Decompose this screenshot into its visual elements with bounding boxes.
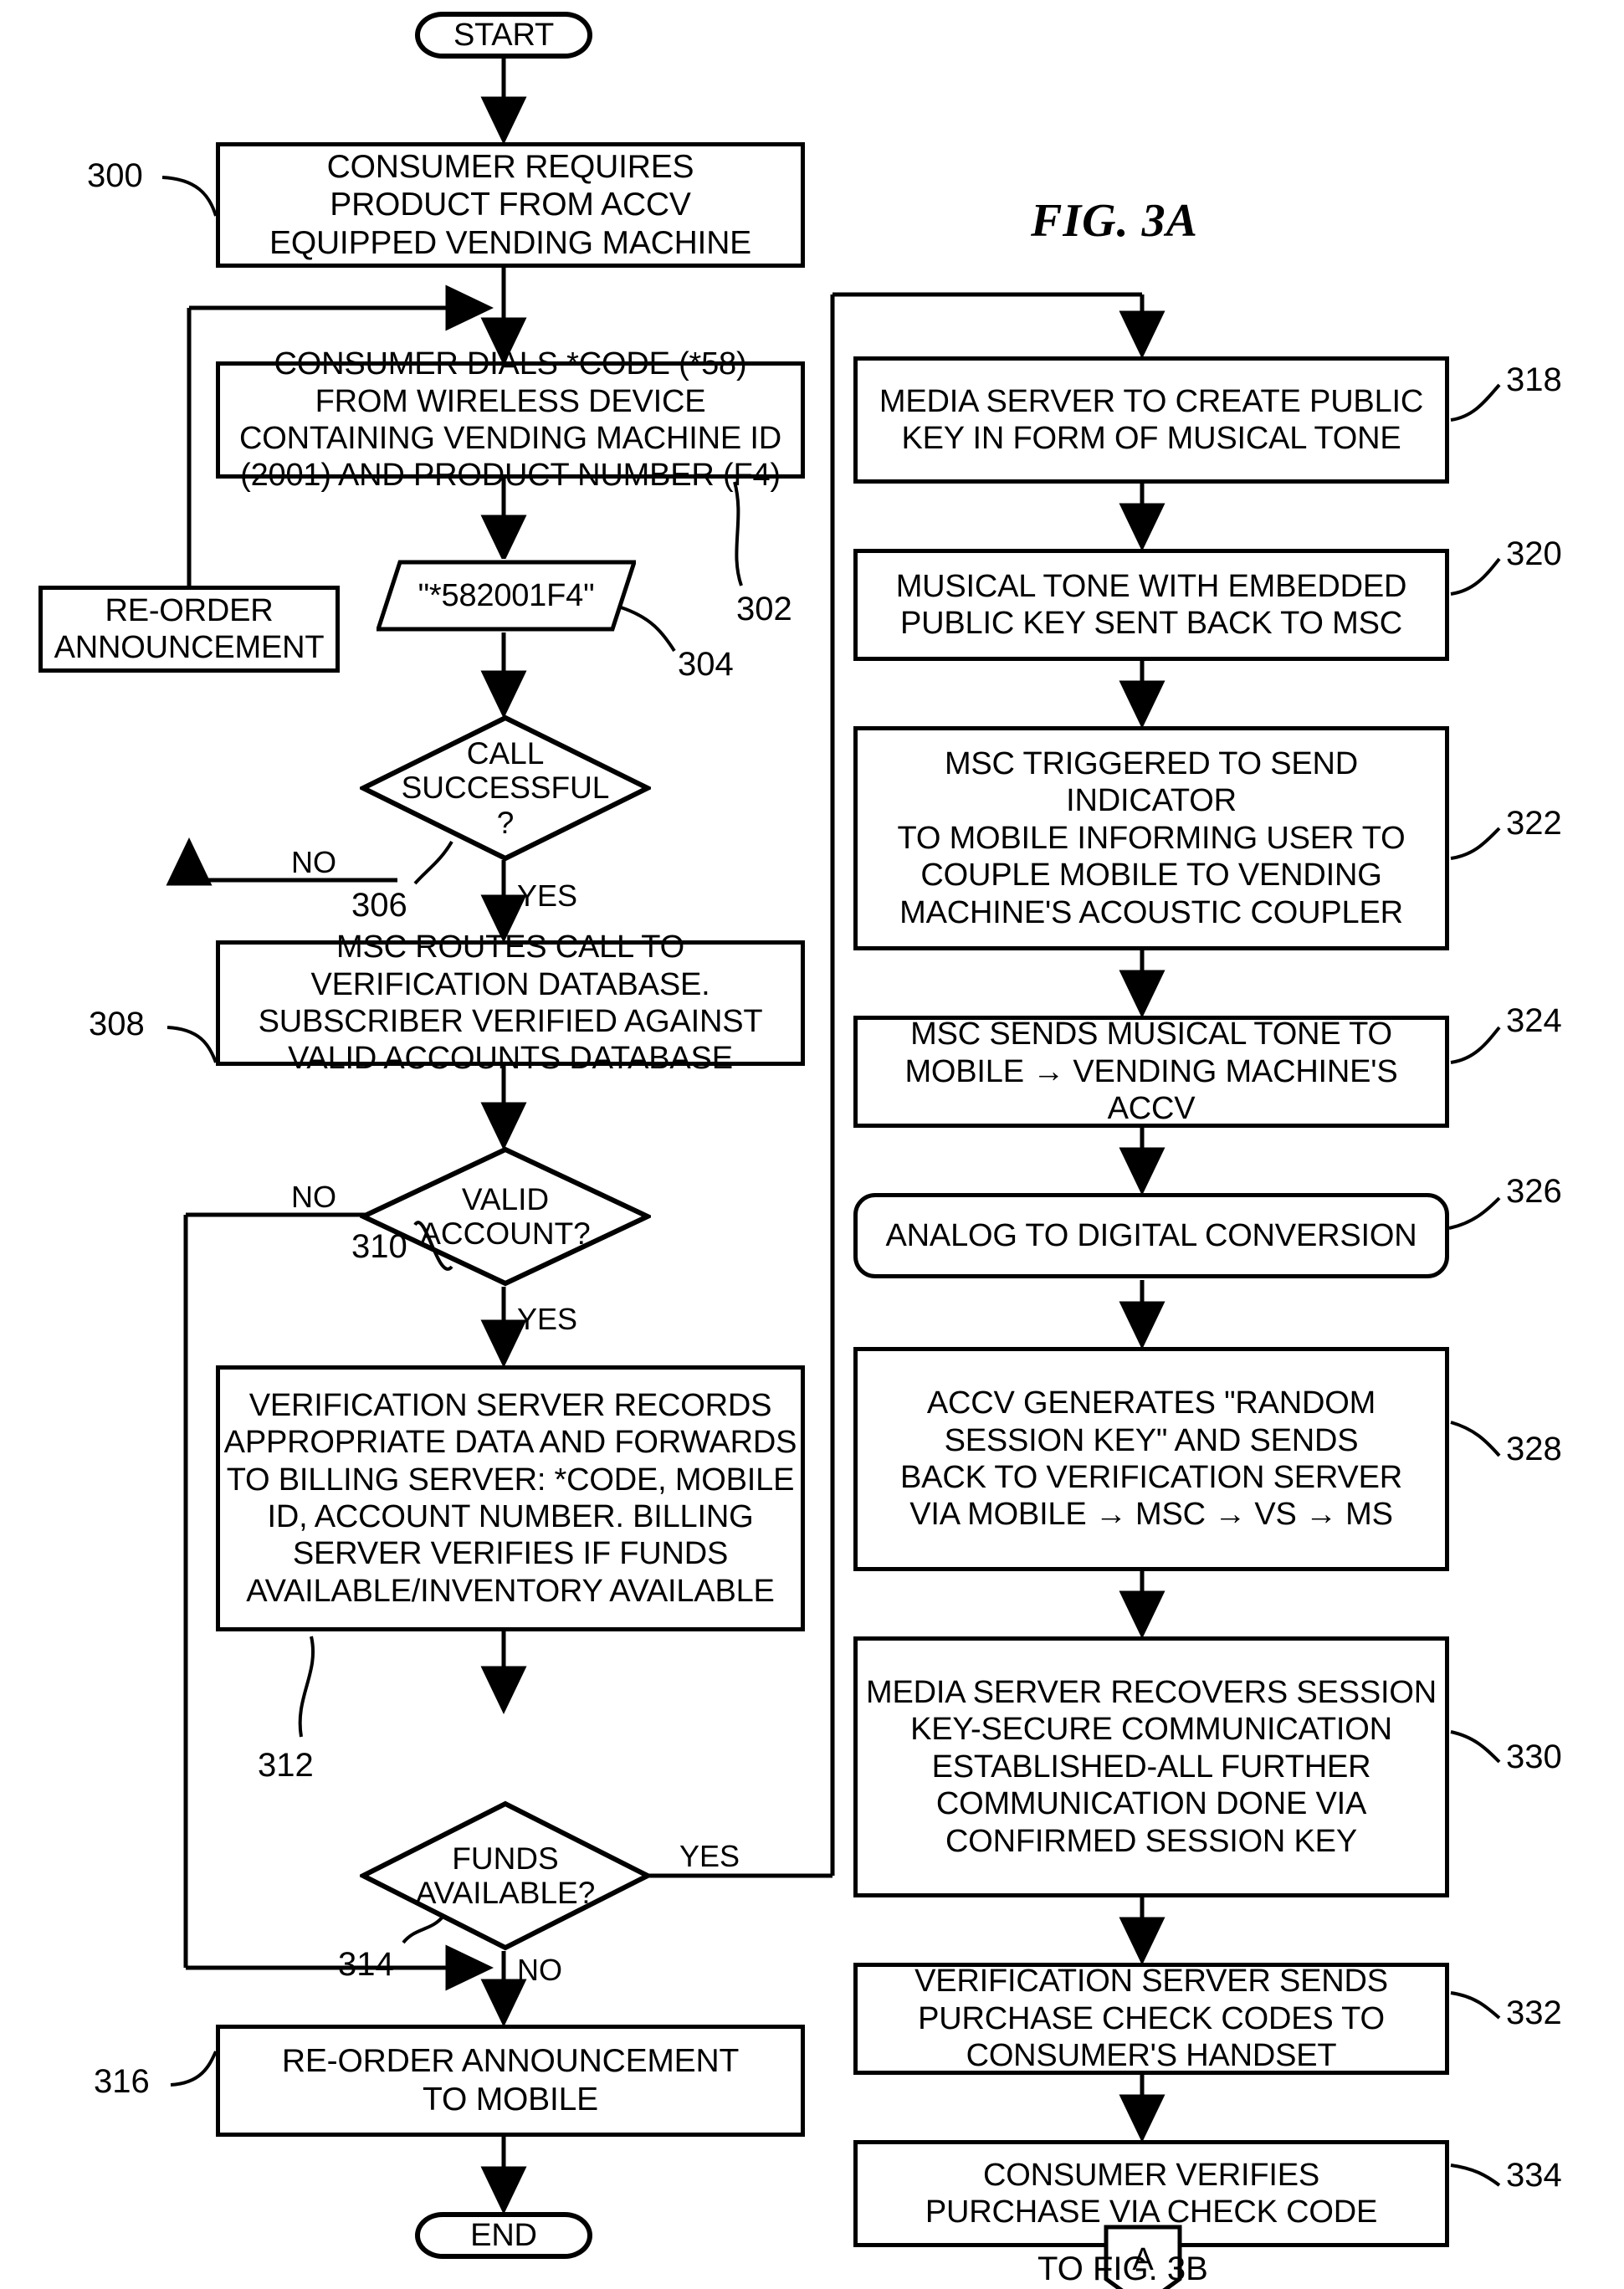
terminator-end-label: END [470, 2217, 537, 2253]
ref-leader-322 [1450, 827, 1501, 860]
flow-connector-lines [166, 52, 1165, 2230]
edge-label-314-yes: YES [679, 1839, 740, 1873]
process-330-media-server-recovers-session-key: MEDIA SERVER RECOVERS SESSION KEY-SECURE… [853, 1636, 1449, 1897]
ref-leader-324 [1450, 1026, 1501, 1064]
data-304-label: "*582001F4" [418, 577, 595, 613]
process-300-consumer-requires-product: CONSUMER REQUIRES PRODUCT FROM ACCV EQUI… [216, 142, 805, 268]
ref-leader-300 [161, 176, 218, 217]
ref-326: 326 [1506, 1173, 1562, 1210]
process-330-label: MEDIA SERVER RECOVERS SESSION KEY-SECURE… [866, 1674, 1437, 1859]
caption-to-fig-3b: TO FIG. 3B [1037, 2251, 1208, 2287]
edge-label-314-no: NO [517, 1953, 562, 1987]
edge-label-306-yes: YES [517, 878, 578, 913]
decision-306-call-successful: CALL SUCCESSFUL ? [357, 714, 653, 862]
ref-304: 304 [678, 646, 734, 683]
process-312-verification-server-records: VERIFICATION SERVER RECORDS APPROPRIATE … [216, 1365, 805, 1631]
ref-leader-318 [1450, 383, 1501, 422]
process-324-label: MSC SENDS MUSICAL TONE TO MOBILE → VENDI… [904, 1016, 1398, 1127]
ref-316: 316 [94, 2063, 150, 2100]
ref-leader-326 [1448, 1196, 1501, 1230]
ref-leader-306 [413, 840, 453, 885]
process-328-accv-generates-session-key: ACCV GENERATES "RANDOM SESSION KEY" AND … [853, 1347, 1449, 1571]
ref-leader-308 [166, 1026, 218, 1063]
process-328-label: ACCV GENERATES "RANDOM SESSION KEY" AND … [900, 1385, 1402, 1533]
ref-leader-304 [620, 606, 676, 653]
ref-306: 306 [351, 887, 407, 924]
ref-318: 318 [1506, 361, 1562, 398]
process-308-msc-routes-call: MSC ROUTES CALL TO VERIFICATION DATABASE… [216, 929, 805, 1076]
ref-310: 310 [351, 1228, 407, 1265]
process-316-label: RE-ORDER ANNOUNCEMENT TO MOBILE [281, 2043, 740, 2117]
process-300-label: CONSUMER REQUIRES PRODUCT FROM ACCV EQUI… [269, 148, 751, 261]
ref-334: 334 [1506, 2157, 1562, 2194]
ref-leader-320 [1450, 557, 1501, 596]
ref-leader-316 [170, 2051, 218, 2087]
edge-label-306-no: NO [291, 845, 336, 879]
ref-324: 324 [1506, 1002, 1562, 1039]
ref-320: 320 [1506, 535, 1562, 572]
process-302-label: CONSUMER DIALS *CODE (*58) FROM WIRELESS… [239, 346, 781, 494]
ref-322: 322 [1506, 805, 1562, 842]
ref-leader-312 [298, 1636, 315, 1738]
ref-leader-332 [1450, 1991, 1501, 2020]
ref-leader-302 [733, 481, 743, 586]
ref-leader-334 [1450, 2164, 1501, 2187]
edge-label-310-yes: YES [517, 1302, 578, 1336]
process-318-label: MEDIA SERVER TO CREATE PUBLIC KEY IN FOR… [879, 383, 1424, 456]
decision-314-funds-available: FUNDS AVAILABLE? [357, 1800, 653, 1951]
process-326-label: ANALOG TO DIGITAL CONVERSION [885, 1217, 1417, 1253]
process-334-label: CONSUMER VERIFIES PURCHASE VIA CHECK COD… [925, 2157, 1378, 2230]
data-304-dialed-string: "*582001F4" [377, 559, 636, 632]
ref-leader-328 [1450, 1421, 1501, 1457]
process-320-musical-tone-sent-back: MUSICAL TONE WITH EMBEDDED PUBLIC KEY SE… [853, 549, 1449, 661]
ref-leader-310 [413, 1221, 453, 1271]
process-326-analog-to-digital-conversion: ANALOG TO DIGITAL CONVERSION [853, 1193, 1449, 1278]
process-322-msc-triggered-send-indicator: MSC TRIGGERED TO SEND INDICATOR TO MOBIL… [853, 726, 1449, 950]
ref-312: 312 [258, 1747, 314, 1784]
process-320-label: MUSICAL TONE WITH EMBEDDED PUBLIC KEY SE… [895, 568, 1407, 641]
ref-leader-314 [402, 1914, 445, 1944]
ref-leader-330 [1450, 1730, 1501, 1764]
process-332-label: VERIFICATION SERVER SENDS PURCHASE CHECK… [914, 1964, 1388, 2074]
process-318-media-server-create-public-key: MEDIA SERVER TO CREATE PUBLIC KEY IN FOR… [853, 356, 1449, 484]
ref-332: 332 [1506, 1995, 1562, 2031]
process-316-reorder-announcement-to-mobile: RE-ORDER ANNOUNCEMENT TO MOBILE [216, 2025, 805, 2137]
terminator-end: END [415, 2212, 592, 2259]
terminator-start-label: START [453, 17, 555, 53]
process-reorder-announcement: RE-ORDER ANNOUNCEMENT [38, 586, 340, 673]
process-308-label: MSC ROUTES CALL TO VERIFICATION DATABASE… [258, 929, 763, 1077]
decision-306-label: CALL SUCCESSFUL ? [401, 735, 610, 840]
patent-figure-page: START CONSUMER REQUIRES PRODUCT FROM ACC… [0, 0, 1624, 2289]
ref-314: 314 [338, 1946, 394, 1983]
ref-308: 308 [89, 1006, 145, 1042]
ref-328: 328 [1506, 1431, 1562, 1467]
process-332-verification-server-sends-check-codes: VERIFICATION SERVER SENDS PURCHASE CHECK… [853, 1963, 1449, 2075]
process-302-consumer-dials-code: CONSUMER DIALS *CODE (*58) FROM WIRELESS… [216, 346, 805, 493]
terminator-start: START [415, 12, 592, 59]
decision-314-label: FUNDS AVAILABLE? [415, 1841, 596, 1910]
process-reorder-announcement-label: RE-ORDER ANNOUNCEMENT [54, 592, 325, 665]
figure-title: FIG. 3A [1031, 195, 1198, 247]
process-312-label: VERIFICATION SERVER RECORDS APPROPRIATE … [223, 1387, 797, 1609]
ref-330: 330 [1506, 1739, 1562, 1775]
process-324-msc-sends-musical-tone: MSC SENDS MUSICAL TONE TO MOBILE → VENDI… [853, 1016, 1449, 1128]
edge-label-310-no: NO [291, 1180, 336, 1214]
process-322-label: MSC TRIGGERED TO SEND INDICATOR TO MOBIL… [897, 745, 1406, 930]
ref-302: 302 [736, 591, 792, 627]
ref-300: 300 [87, 157, 143, 194]
